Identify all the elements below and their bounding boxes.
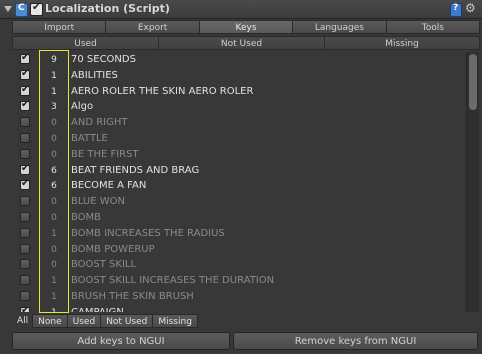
key-usage-count: 0	[51, 213, 57, 223]
key-usage-count: 0	[51, 244, 57, 255]
key-row[interactable]: 1 BOMB INCREASES THE RADIUS	[12, 226, 464, 242]
key-usage-count: 1	[51, 70, 57, 81]
key-label: AND RIGHT	[71, 117, 128, 129]
key-usage-count: 1	[51, 292, 57, 302]
key-label: BOMB	[71, 212, 102, 223]
key-row[interactable]: 9 70 SECONDS	[12, 52, 464, 68]
key-checkbox[interactable]	[20, 133, 30, 143]
tab-tools[interactable]: Tools	[385, 20, 481, 34]
filter-none-button[interactable]: None	[32, 314, 67, 328]
key-row[interactable]: 0 BLUE WON	[12, 194, 464, 210]
key-label: 70 SECONDS	[71, 54, 136, 65]
key-checkbox[interactable]	[20, 212, 30, 222]
scrollbar[interactable]	[466, 52, 479, 312]
key-checkbox[interactable]	[20, 178, 30, 191]
key-label: BRUSH THE SKIN BRUSH	[71, 291, 194, 302]
filter-missing-button[interactable]: Missing	[152, 314, 198, 328]
key-row[interactable]: 0 BATTLE	[12, 131, 464, 147]
enable-checkbox[interactable]	[30, 2, 43, 16]
add-keys-button[interactable]: Add keys to NGUI	[12, 332, 230, 350]
key-usage-count: 3	[51, 102, 57, 113]
key-label: BE THE FIRST	[71, 148, 139, 160]
key-row[interactable]: 1 BRUSH THE SKIN BRUSH	[12, 289, 464, 305]
scrollbar-thumb[interactable]	[469, 54, 477, 110]
filter-used-button[interactable]: Used	[66, 314, 101, 328]
key-row[interactable]: 6 BECOME A FAN	[12, 178, 464, 194]
key-label: BATTLE	[71, 133, 108, 144]
tab-keys[interactable]: Keys	[198, 20, 293, 34]
key-row[interactable]: 3 Algo	[12, 99, 464, 115]
key-row[interactable]: 0 BOMB	[12, 210, 464, 226]
key-usage-count: 0	[51, 118, 57, 129]
column-header: Used Not Used Missing	[12, 36, 480, 50]
key-checkbox[interactable]	[20, 243, 30, 254]
key-checkbox[interactable]	[20, 259, 30, 270]
key-usage-count: 1	[51, 228, 57, 239]
key-usage-count: 1	[51, 86, 57, 97]
key-usage-count: 0	[51, 260, 57, 271]
key-label: BOOST SKILL INCREASES THE DURATION	[71, 275, 275, 287]
key-label: Algo	[71, 101, 94, 113]
key-checkbox[interactable]	[20, 84, 30, 96]
key-usage-count: 6	[51, 181, 57, 192]
key-checkbox[interactable]	[20, 227, 30, 238]
header-missing[interactable]: Missing	[324, 36, 480, 50]
key-label: BOMB INCREASES THE RADIUS	[71, 227, 225, 239]
script-icon	[15, 3, 28, 17]
key-row[interactable]: 6 BEAT FRIENDS AND BRAG	[12, 163, 464, 179]
key-checkbox[interactable]	[20, 196, 30, 207]
key-usage-count: 1	[40, 305, 68, 312]
foldout-arrow-icon[interactable]	[4, 6, 12, 12]
help-book-icon[interactable]	[450, 3, 462, 17]
key-label: AERO ROLER THE SKIN AERO ROLER	[71, 85, 254, 97]
key-row[interactable]: 1CAMPAIGN	[12, 305, 464, 312]
filter-not-used-button[interactable]: Not Used	[100, 314, 153, 328]
component-title: Localization (Script)	[45, 2, 170, 15]
key-checkbox[interactable]	[20, 68, 30, 80]
key-checkbox[interactable]	[20, 99, 30, 112]
key-label: BOOST SKILL	[71, 259, 137, 271]
key-usage-count: 0	[51, 134, 57, 144]
key-row[interactable]: 0 BE THE FIRST	[12, 147, 464, 163]
key-checkbox[interactable]	[20, 117, 30, 128]
key-checkbox[interactable]	[20, 291, 30, 301]
key-row[interactable]: 0 BOMB POWERUP	[12, 242, 464, 258]
key-usage-count: 9	[51, 55, 57, 65]
key-row[interactable]: 1 ABILITIES	[12, 68, 464, 84]
key-usage-count: 6	[51, 165, 57, 176]
key-row[interactable]: 1 AERO ROLER THE SKIN AERO ROLER	[12, 84, 464, 100]
gear-icon[interactable]: ⚙	[465, 1, 476, 15]
key-usage-count: 0	[51, 197, 57, 208]
key-checkbox[interactable]	[20, 275, 30, 286]
tab-languages[interactable]: Languages	[292, 20, 386, 34]
key-row[interactable]: 0 BOOST SKILL	[12, 257, 464, 273]
key-row[interactable]: 1 BOOST SKILL INCREASES THE DURATION	[12, 273, 464, 289]
key-label: BOMB POWERUP	[71, 243, 155, 255]
tab-export[interactable]: Export	[105, 20, 199, 34]
key-label: BLUE WON	[71, 196, 125, 208]
filter-bar: All None Used Not Used Missing	[12, 314, 198, 328]
tab-bar: Import Export Keys Languages Tools	[12, 20, 481, 34]
key-usage-count: 0	[51, 149, 57, 160]
key-label: BECOME A FAN	[71, 180, 147, 192]
key-label: CAMPAIGN	[71, 305, 124, 312]
remove-keys-button[interactable]: Remove keys from NGUI	[233, 332, 478, 350]
tab-import[interactable]: Import	[12, 20, 106, 34]
header-used[interactable]: Used	[12, 36, 158, 50]
key-checkbox[interactable]	[20, 305, 30, 312]
key-label: ABILITIES	[71, 69, 118, 81]
key-checkbox[interactable]	[20, 52, 30, 64]
header-not-used[interactable]: Not Used	[158, 36, 324, 50]
filter-all-button[interactable]: All	[12, 314, 32, 328]
key-checkbox[interactable]	[20, 163, 30, 175]
key-list: 9 70 SECONDS 1 ABILITIES 1 AERO ROLER THE SKI…	[12, 52, 464, 312]
key-row[interactable]: 0 AND RIGHT	[12, 115, 464, 131]
key-usage-count: 1	[51, 276, 57, 287]
component-header: Localization (Script) ⚙	[0, 0, 482, 19]
key-checkbox[interactable]	[20, 148, 30, 159]
key-label: BEAT FRIENDS AND BRAG	[71, 164, 200, 176]
